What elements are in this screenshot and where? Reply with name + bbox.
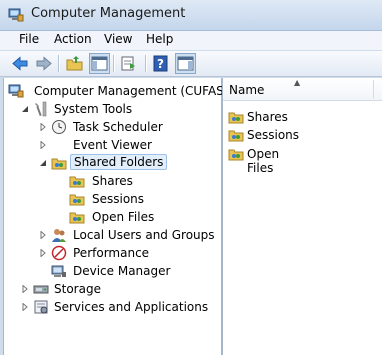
- collapsed-arrow-icon[interactable]: [39, 123, 47, 131]
- expanded-arrow-icon[interactable]: [21, 105, 29, 113]
- tree-item-label: Sessions: [92, 192, 145, 206]
- console-tree: Computer Management (CUFAS2... System To…: [3, 78, 243, 355]
- tree-item-label: Shared Folders: [70, 154, 168, 170]
- sort-ascending-icon: ▲: [294, 78, 301, 87]
- back-icon[interactable]: [10, 54, 30, 73]
- tree-item-label: Open Files: [92, 210, 155, 224]
- expanded-arrow-icon[interactable]: [39, 159, 47, 167]
- services-icon: [34, 300, 48, 314]
- collapsed-arrow-icon[interactable]: [21, 285, 29, 293]
- tree-item-label: Storage: [54, 282, 101, 296]
- tree-item-label: Services and Applications: [54, 300, 209, 314]
- computer-management-icon: [8, 84, 24, 98]
- list-item-label: Open Files: [247, 147, 280, 175]
- up-folder-icon[interactable]: [65, 54, 85, 73]
- svg-text:?: ?: [157, 57, 164, 71]
- system-tools-icon: [35, 101, 47, 117]
- performance-icon: [51, 245, 67, 261]
- menu-action[interactable]: Action: [54, 32, 92, 46]
- device-manager-icon: [51, 265, 66, 277]
- tree-item-label: Task Scheduler: [73, 120, 163, 134]
- menu-file[interactable]: File: [19, 32, 39, 46]
- shared-folder-icon: [51, 158, 67, 170]
- show-hide-tree-icon[interactable]: [89, 53, 110, 74]
- title-bar: Computer Management: [0, 0, 382, 31]
- list-item-label: Sessions: [247, 128, 300, 142]
- column-header-label: Name: [229, 83, 265, 97]
- collapsed-arrow-icon[interactable]: [39, 141, 47, 149]
- menu-help[interactable]: Help: [146, 32, 173, 46]
- show-hide-action-pane-icon[interactable]: [175, 53, 196, 74]
- clock-icon: [52, 120, 66, 134]
- collapsed-arrow-icon[interactable]: [39, 231, 47, 239]
- list-item-label: Shares: [247, 110, 288, 124]
- shared-folder-icon: [69, 176, 85, 188]
- storage-icon: [33, 285, 49, 294]
- result-pane: ▲ Name Shares Sessions Open Files: [222, 78, 382, 355]
- tree-item-label: Event Viewer: [73, 138, 152, 152]
- toolbar: ?: [0, 51, 382, 77]
- shared-folder-icon: [228, 149, 244, 161]
- tree-item-label: Performance: [73, 246, 150, 260]
- help-icon[interactable]: ?: [151, 54, 171, 73]
- shared-folder-icon: [228, 130, 244, 142]
- forward-icon[interactable]: [34, 54, 54, 73]
- menu-view[interactable]: View: [104, 32, 132, 46]
- tree-item-label: Shares: [92, 174, 133, 188]
- menu-bar: File Action View Help: [0, 31, 382, 50]
- export-list-icon[interactable]: [119, 54, 139, 73]
- window-title: Computer Management: [31, 6, 186, 21]
- users-icon: [52, 229, 66, 242]
- shared-folder-icon: [228, 112, 244, 124]
- shared-folder-icon: [69, 212, 85, 224]
- tree-item-label: Local Users and Groups: [73, 228, 215, 242]
- tree-item-label: Device Manager: [73, 264, 171, 278]
- collapsed-arrow-icon[interactable]: [21, 303, 29, 311]
- tree-item-label: Computer Management (CUFAS2...: [34, 84, 243, 98]
- tree-item-label: System Tools: [54, 102, 133, 116]
- column-divider[interactable]: [373, 80, 374, 98]
- collapsed-arrow-icon[interactable]: [39, 249, 47, 257]
- computer-management-icon: [8, 8, 24, 22]
- shared-folder-icon: [69, 194, 85, 206]
- column-header-name[interactable]: ▲ Name: [223, 78, 382, 101]
